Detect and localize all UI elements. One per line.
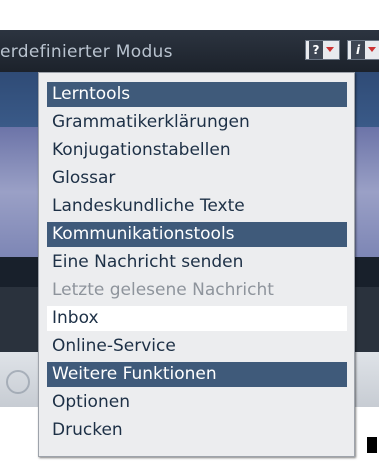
menu-item-optionen[interactable]: Optionen [47,390,347,415]
chevron-down-icon [326,47,334,52]
menu-item-drucken[interactable]: Drucken [47,418,347,443]
menu-item-glossar[interactable]: Glossar [47,166,347,191]
menu-item-nachricht-senden[interactable]: Eine Nachricht senden [47,250,347,275]
menu-item-konjugationstabellen[interactable]: Konjugationstabellen [47,138,347,163]
menu-item-online-service[interactable]: Online-Service [47,334,347,359]
chevron-down-icon [368,47,376,52]
help-icon: ? [309,41,323,59]
top-window-strip [0,0,379,30]
menu-item-grammatikerklaerungen[interactable]: Grammatikerklärungen [47,110,347,135]
menu-section-lerntools: Lerntools [47,82,347,107]
info-dropdown-button[interactable]: i [347,40,379,60]
mode-label: erdefinierter Modus [0,42,173,62]
audio-icon [6,370,30,394]
corner-mark [367,437,377,453]
menu-item-inbox[interactable]: Inbox [47,306,347,331]
menu-section-kommunikationstools: Kommunikationstools [47,222,347,247]
menu-item-letzte-nachricht: Letzte gelesene Nachricht [52,280,274,300]
info-icon: i [351,41,365,59]
help-dropdown-menu: Lerntools Grammatikerklärungen Konjugati… [38,72,355,457]
menu-section-weitere-funktionen: Weitere Funktionen [47,362,347,387]
menu-item-landeskundliche-texte[interactable]: Landeskundliche Texte [47,194,347,219]
help-dropdown-button[interactable]: ? [305,40,340,60]
